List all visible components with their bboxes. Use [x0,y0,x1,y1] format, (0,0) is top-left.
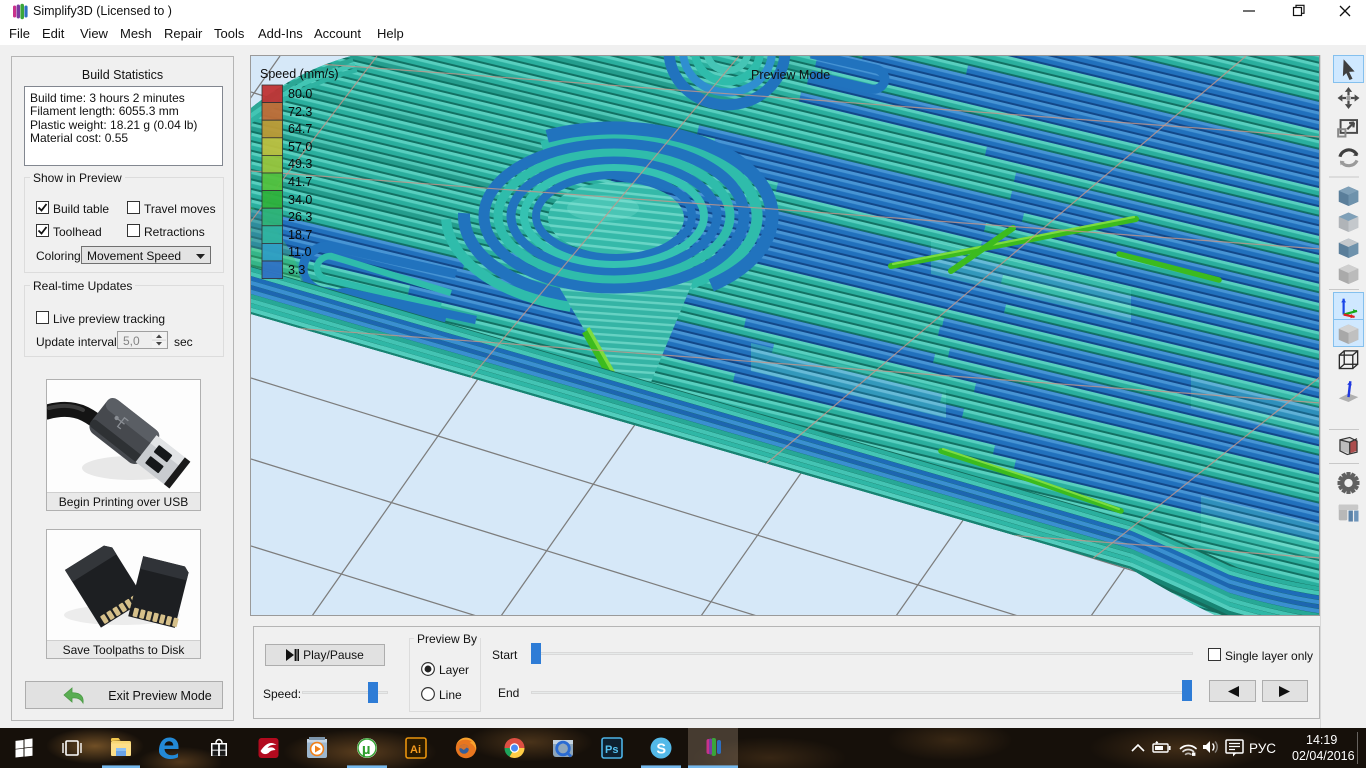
svg-text:3.3: 3.3 [288,263,305,277]
svg-text:18.7: 18.7 [288,228,312,242]
svg-text:µ: µ [362,741,371,758]
svg-text:РУС: РУС [1249,741,1276,756]
svg-text:S: S [656,741,666,757]
svg-text:Ai: Ai [410,744,421,756]
svg-text:Ps: Ps [605,744,618,756]
svg-text:14:19: 14:19 [1306,733,1337,747]
svg-text:57.0: 57.0 [288,140,312,154]
svg-text:02/04/2016: 02/04/2016 [1292,749,1355,763]
svg-text:49.3: 49.3 [288,157,312,171]
svg-text:11.0: 11.0 [288,245,311,259]
svg-text:34.0: 34.0 [288,193,312,207]
svg-text:26.3: 26.3 [288,210,312,224]
svg-text:80.0: 80.0 [288,87,312,101]
svg-text:Preview Mode: Preview Mode [751,68,830,82]
svg-text:41.7: 41.7 [288,175,312,189]
svg-text:72.3: 72.3 [288,105,312,119]
svg-text:Speed (mm/s): Speed (mm/s) [260,67,339,81]
svg-text:64.7: 64.7 [288,122,312,136]
